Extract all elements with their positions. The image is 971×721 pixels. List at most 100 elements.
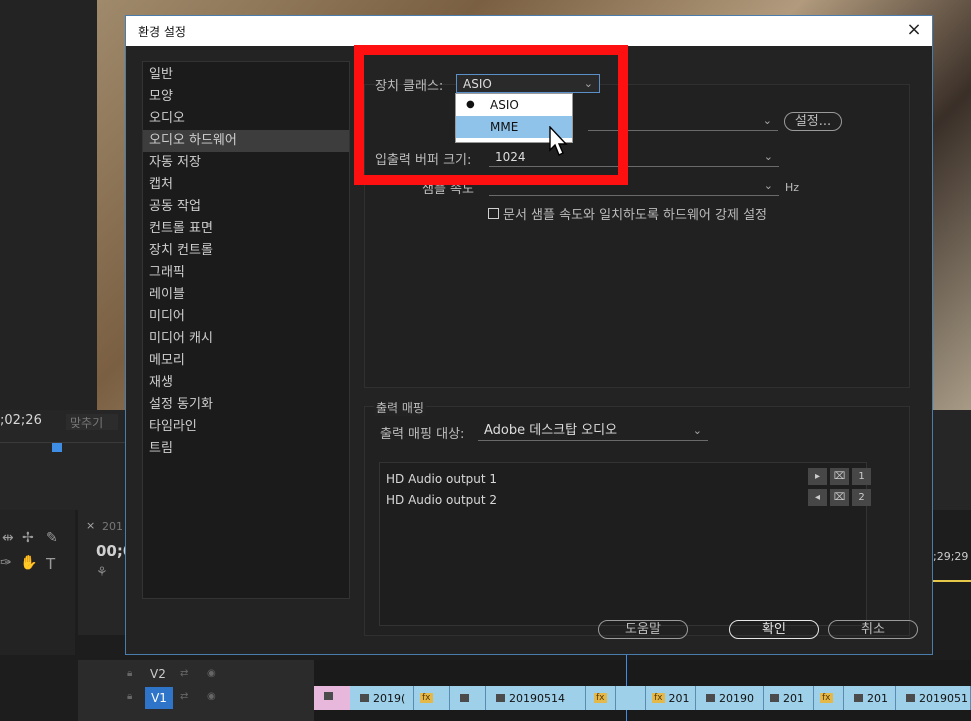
chevron-down-icon: ⌄	[763, 150, 773, 163]
sidebar-item[interactable]: 공동 작업	[143, 196, 349, 218]
track-headers	[78, 660, 314, 721]
preferences-category-list: 일반 모양 오디오 오디오 하드웨어 자동 저장 캡처 공동 작업 컨트롤 표면 장치 컨트롤 그…	[142, 61, 350, 599]
timecode-left: ;02;26	[0, 413, 42, 428]
timeline-tab-close-icon[interactable]: ×	[86, 519, 95, 532]
sidebar-item[interactable]: 레이블	[143, 284, 349, 306]
timecode-right: ;29;29	[933, 550, 969, 563]
chevron-down-icon: ⌄	[692, 424, 702, 437]
output-mapping-target-dropdown[interactable]: Adobe 데스크탑 오디오 ⌄	[478, 422, 708, 441]
adjustment-clip[interactable]	[314, 686, 350, 710]
output-mapping-section-title: 출력 매핑	[374, 399, 426, 416]
dialog-title: 환경 설정	[138, 24, 186, 39]
eye-icon[interactable]: ◉	[207, 691, 216, 702]
snap-icon[interactable]: ⚘	[96, 565, 108, 580]
output-mapping-rows: HD Audio output 1 HD Audio output 2	[386, 469, 497, 511]
scrub-ruler[interactable]	[0, 442, 125, 463]
sync-lock-icon[interactable]: ⇄	[180, 668, 188, 679]
sidebar-item[interactable]: 트림	[143, 438, 349, 460]
fx-badge-icon: fx	[420, 693, 433, 703]
close-button[interactable]: ×	[904, 20, 924, 40]
lock-icon[interactable]: 🔒︎	[127, 691, 132, 702]
timeline-tab-label[interactable]: 201	[102, 520, 123, 533]
sidebar-item[interactable]: 그래픽	[143, 262, 349, 284]
output-channel-row[interactable]: HD Audio output 2	[386, 490, 497, 511]
clip-badge-icon	[324, 692, 333, 700]
sidebar-item[interactable]: 자동 저장	[143, 152, 349, 174]
clip-badge-icon	[770, 694, 779, 702]
force-sample-rate-checkbox[interactable]	[488, 208, 499, 219]
fx-badge-icon: fx	[652, 693, 665, 703]
mouse-cursor-icon	[549, 126, 568, 156]
timeline-clip[interactable]: fx	[586, 686, 616, 710]
timeline-clip[interactable]: 2019(	[350, 686, 414, 710]
chevron-down-icon: ⌄	[762, 114, 772, 127]
sidebar-item[interactable]: 오디오	[143, 108, 349, 130]
clip-badge-icon	[496, 694, 505, 702]
output-channel-row[interactable]: HD Audio output 1	[386, 469, 497, 490]
work-area-bar	[933, 580, 971, 582]
sidebar-item[interactable]: 설정 동기화	[143, 394, 349, 416]
sidebar-item[interactable]: 재생	[143, 372, 349, 394]
rolling-tool-icon[interactable]: ✢	[22, 530, 34, 546]
channel-number: 2	[852, 489, 871, 506]
timeline-clip[interactable]: fx	[814, 686, 844, 710]
force-sample-rate-checkbox-row[interactable]: 문서 샘플 속도와 일치하도록 하드웨어 강제 설정	[488, 204, 767, 223]
dialog-titlebar[interactable]: 환경 설정 ×	[126, 16, 932, 46]
type-tool-icon[interactable]: T	[46, 555, 55, 573]
track-v2-label[interactable]: V2	[150, 667, 166, 681]
clip-badge-icon	[906, 694, 915, 702]
sidebar-item[interactable]: 메모리	[143, 350, 349, 372]
force-sample-rate-label: 문서 샘플 속도와 일치하도록 하드웨어 강제 설정	[503, 208, 767, 223]
speaker-left-icon: ◂	[808, 489, 827, 506]
timeline-clip[interactable]: 20190514	[486, 686, 586, 710]
sidebar-item[interactable]: 오디오 하드웨어	[143, 130, 349, 152]
sidebar-item[interactable]: 일반	[143, 64, 349, 86]
chevron-down-icon: ⌄	[763, 179, 773, 192]
tools-panel: ⇹ ✢ ✎ ✑ ✋ T	[0, 510, 75, 655]
timeline-clip[interactable]: 201	[844, 686, 896, 710]
speaker-right-icon: ▸	[808, 468, 827, 485]
fx-badge-icon: fx	[594, 693, 607, 703]
sidebar-item[interactable]: 미디어	[143, 306, 349, 328]
clip-badge-icon	[706, 694, 715, 702]
eye-icon[interactable]: ◉	[207, 668, 216, 679]
output-mapping-target-label: 출력 매핑 대상:	[380, 427, 465, 442]
pen-tool-icon[interactable]: ✑	[0, 555, 12, 571]
timeline-clip[interactable]: 2019051	[896, 686, 971, 710]
ripple-tool-icon[interactable]: ⇹	[2, 530, 14, 546]
fx-badge-icon: fx	[820, 693, 833, 703]
sync-lock-icon[interactable]: ⇄	[180, 691, 188, 702]
playhead-marker[interactable]	[52, 443, 62, 452]
timeline-clip[interactable]: fx 201	[646, 686, 696, 710]
sidebar-item[interactable]: 타임라인	[143, 416, 349, 438]
razor-tool-icon[interactable]: ✎	[46, 530, 58, 546]
hand-tool-icon[interactable]: ✋	[20, 555, 37, 571]
timeline-clip[interactable]: 20190	[696, 686, 764, 710]
cancel-button[interactable]: 취소	[828, 620, 918, 639]
channel-box-icon: ⌧	[830, 468, 849, 485]
track-v1-label[interactable]: V1	[145, 687, 173, 709]
fit-dropdown[interactable]: 맞추기	[66, 414, 118, 430]
timeline-clip[interactable]: 201	[764, 686, 814, 710]
sidebar-item[interactable]: 미디어 캐시	[143, 328, 349, 350]
timeline-clip[interactable]: fx	[414, 686, 450, 710]
clip-badge-icon	[854, 694, 863, 702]
lock-icon[interactable]: 🔒︎	[127, 668, 132, 679]
background-left-panel	[0, 0, 97, 410]
channel-box-icon: ⌧	[830, 489, 849, 506]
hz-label: Hz	[785, 181, 800, 194]
settings-button[interactable]: 설정...	[784, 112, 842, 131]
sidebar-item[interactable]: 컨트롤 표면	[143, 218, 349, 240]
clip-badge-icon	[460, 694, 469, 702]
timeline-header: × 201 00;0 ⚘	[78, 510, 133, 635]
help-button[interactable]: 도움말	[598, 620, 688, 639]
clip-badge-icon	[360, 694, 369, 702]
sidebar-item[interactable]: 장치 컨트롤	[143, 240, 349, 262]
sidebar-item[interactable]: 모양	[143, 86, 349, 108]
channel-number: 1	[852, 468, 871, 485]
device-class-option-asio[interactable]: ● ASIO	[456, 94, 572, 116]
timeline-clip[interactable]	[616, 686, 646, 710]
sidebar-item[interactable]: 캡처	[143, 174, 349, 196]
timeline-clip[interactable]	[450, 686, 486, 710]
ok-button[interactable]: 확인	[729, 620, 819, 639]
